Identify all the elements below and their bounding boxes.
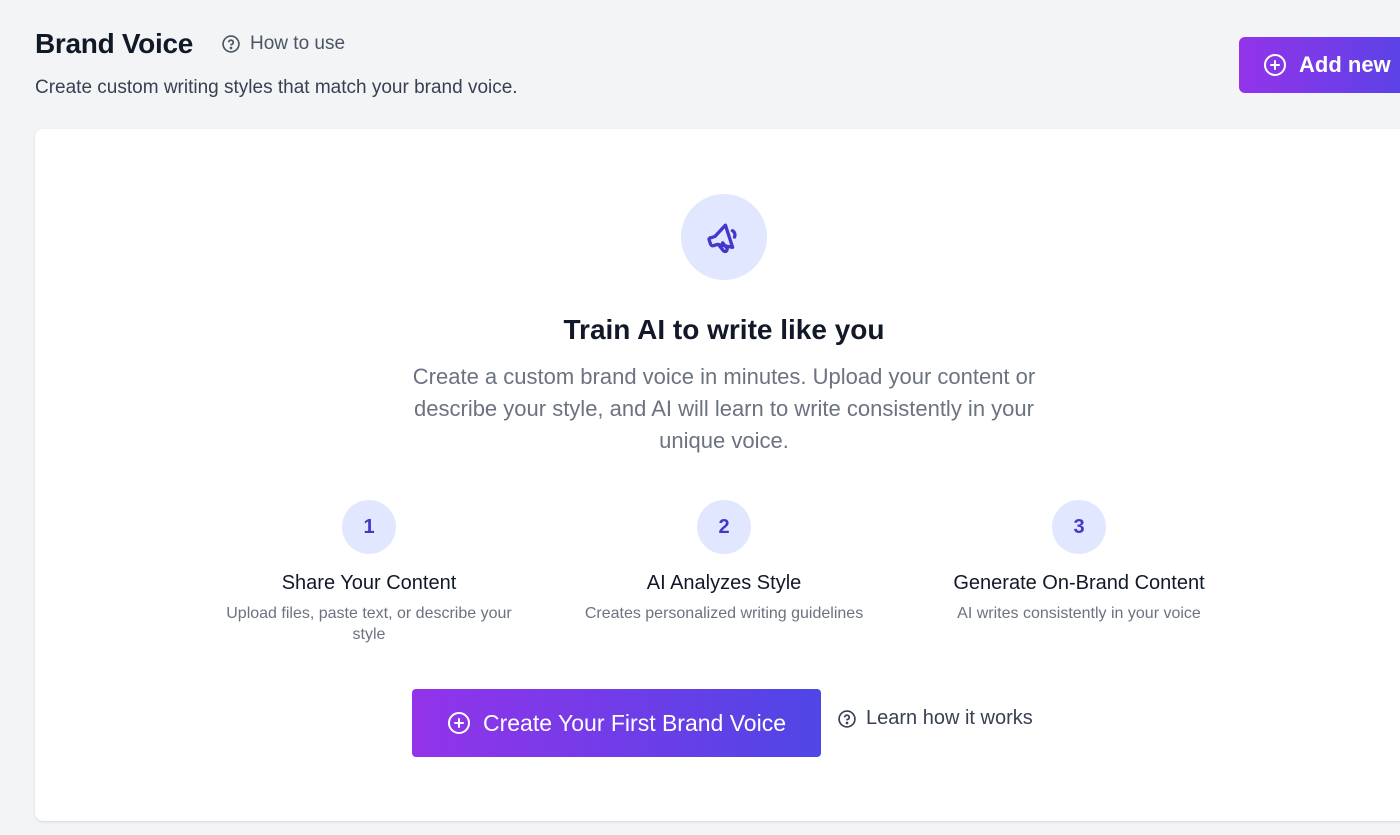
step-number: 2 bbox=[697, 500, 751, 554]
megaphone-icon bbox=[681, 194, 767, 280]
learn-link-label: Learn how it works bbox=[866, 707, 1033, 729]
add-new-label: Add new bbox=[1299, 52, 1391, 77]
brand-voice-page: Brand Voice How to use Create custom wri… bbox=[0, 0, 1400, 835]
plus-circle-icon bbox=[1263, 53, 1287, 77]
step-number: 1 bbox=[342, 500, 396, 554]
step-description: Upload files, paste text, or describe yo… bbox=[226, 605, 512, 643]
add-new-button[interactable]: Add new bbox=[1239, 37, 1400, 93]
step-title: AI Analyzes Style bbox=[646, 572, 802, 594]
help-circle-icon bbox=[221, 34, 241, 54]
help-circle-icon bbox=[837, 709, 857, 729]
how-to-use-label: How to use bbox=[250, 33, 346, 54]
create-first-brand-voice-button[interactable]: Create Your First Brand Voice bbox=[412, 689, 821, 757]
step-title: Share Your Content bbox=[281, 572, 457, 594]
create-button-label: Create Your First Brand Voice bbox=[483, 709, 786, 736]
learn-how-it-works-link[interactable]: Learn how it works bbox=[837, 707, 1033, 730]
header-title-row: Brand Voice How to use bbox=[35, 28, 345, 60]
step-description: AI writes consistently in your voice bbox=[957, 605, 1201, 622]
step-1: 1 Share Your Content Upload files, paste… bbox=[199, 500, 539, 645]
page-subtitle: Create custom writing styles that match … bbox=[35, 77, 518, 98]
empty-state-card: Train AI to write like you Create a cust… bbox=[35, 129, 1400, 821]
step-2: 2 AI Analyzes Style Creates personalized… bbox=[554, 500, 894, 624]
hero-title: Train AI to write like you bbox=[563, 314, 885, 345]
hero-description: Create a custom brand voice in minutes. … bbox=[412, 364, 1036, 453]
step-3: 3 Generate On-Brand Content AI writes co… bbox=[909, 500, 1249, 624]
step-title: Generate On-Brand Content bbox=[953, 572, 1205, 594]
page-title: Brand Voice bbox=[35, 28, 194, 59]
step-description: Creates personalized writing guidelines bbox=[584, 605, 864, 622]
step-number: 3 bbox=[1052, 500, 1106, 554]
how-to-use-link[interactable]: How to use bbox=[221, 33, 345, 55]
plus-circle-icon bbox=[447, 711, 471, 735]
